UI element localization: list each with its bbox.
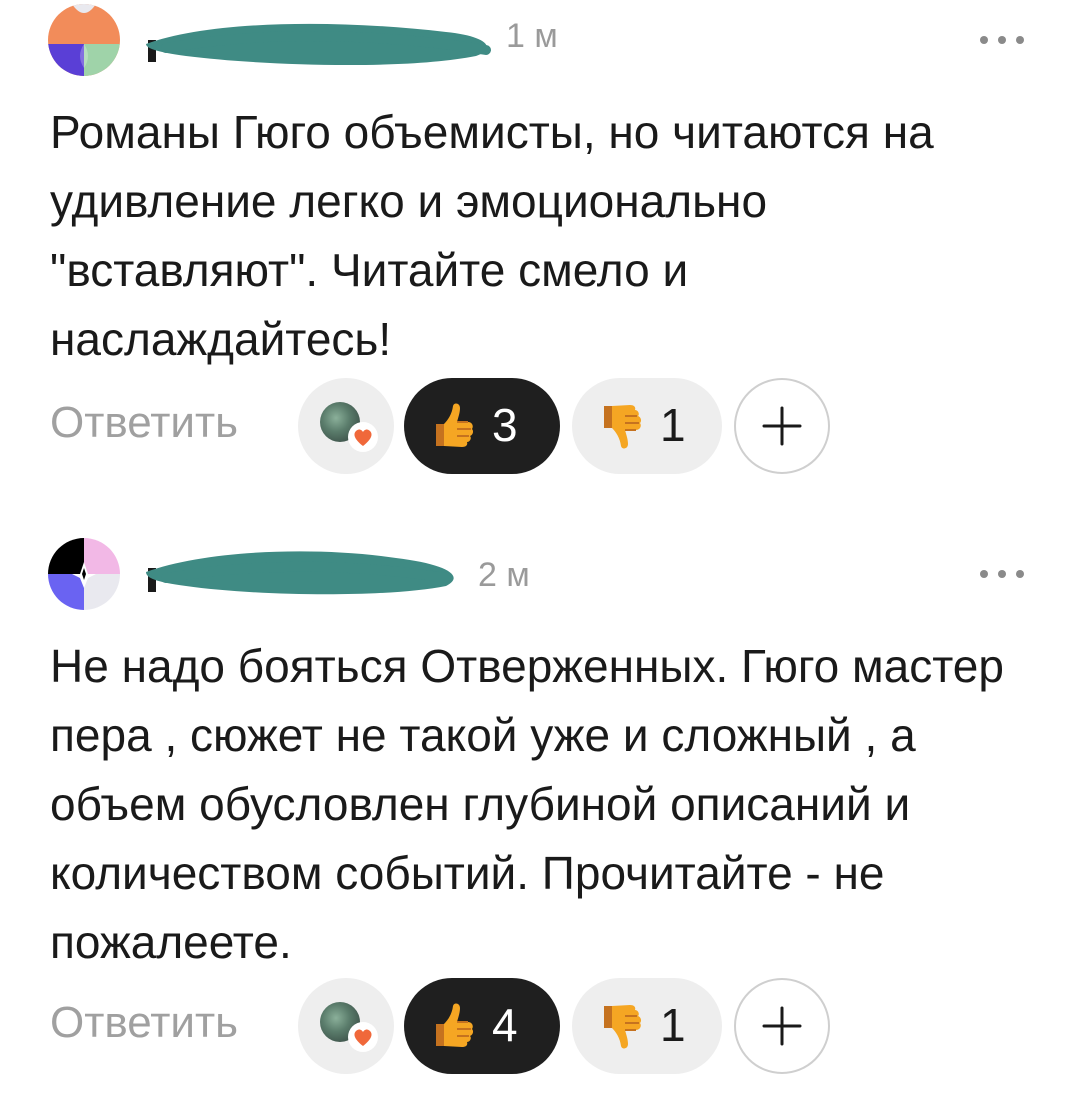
plus-icon [762,1006,802,1046]
more-horizontal-icon[interactable] [972,28,1032,52]
reply-button[interactable]: Ответить [50,998,238,1048]
thumbs-down-emoji-icon [604,405,642,449]
like-button[interactable]: 4 [404,978,560,1074]
author-name-redacted[interactable] [146,548,496,595]
heart-icon [348,422,378,452]
reactors-button[interactable] [298,978,394,1074]
thumbs-up-emoji-icon [436,403,474,447]
like-count: 4 [492,999,518,1051]
thumbs-down-emoji-icon [604,1005,642,1049]
plus-icon [762,406,802,446]
like-count: 3 [492,399,518,451]
comment-text: Романы Гюго объемисты, но читаются на уд… [50,106,934,365]
author-name-redacted[interactable] [146,18,496,66]
add-reaction-button[interactable] [734,378,830,474]
dislike-button[interactable]: 1 [572,378,722,474]
reply-button[interactable]: Ответить [50,398,238,448]
like-button[interactable]: 3 [404,378,560,474]
comment: 2 м Не надо бояться Отверженных. Гюго ма… [0,520,1080,1098]
comment-actions: Ответить 4 1 [50,978,1050,1074]
comment-actions: Ответить 3 1 [50,378,1050,474]
comment: 1 м Романы Гюго объемисты, но читаются н… [0,0,1080,520]
dislike-count: 1 [660,999,686,1051]
add-reaction-button[interactable] [734,978,830,1074]
thumbs-up-emoji-icon [436,1003,474,1047]
author-avatar[interactable] [48,538,120,610]
comment-time: 1 м [506,17,558,55]
reactors-button[interactable] [298,378,394,474]
dislike-button[interactable]: 1 [572,978,722,1074]
heart-icon [348,1022,378,1052]
more-horizontal-icon[interactable] [972,562,1032,586]
dislike-count: 1 [660,399,686,451]
comment-text: Не надо бояться Отверженных. Гюго мастер… [50,640,1004,968]
author-avatar[interactable] [48,4,120,76]
comment-time: 2 м [478,556,530,594]
